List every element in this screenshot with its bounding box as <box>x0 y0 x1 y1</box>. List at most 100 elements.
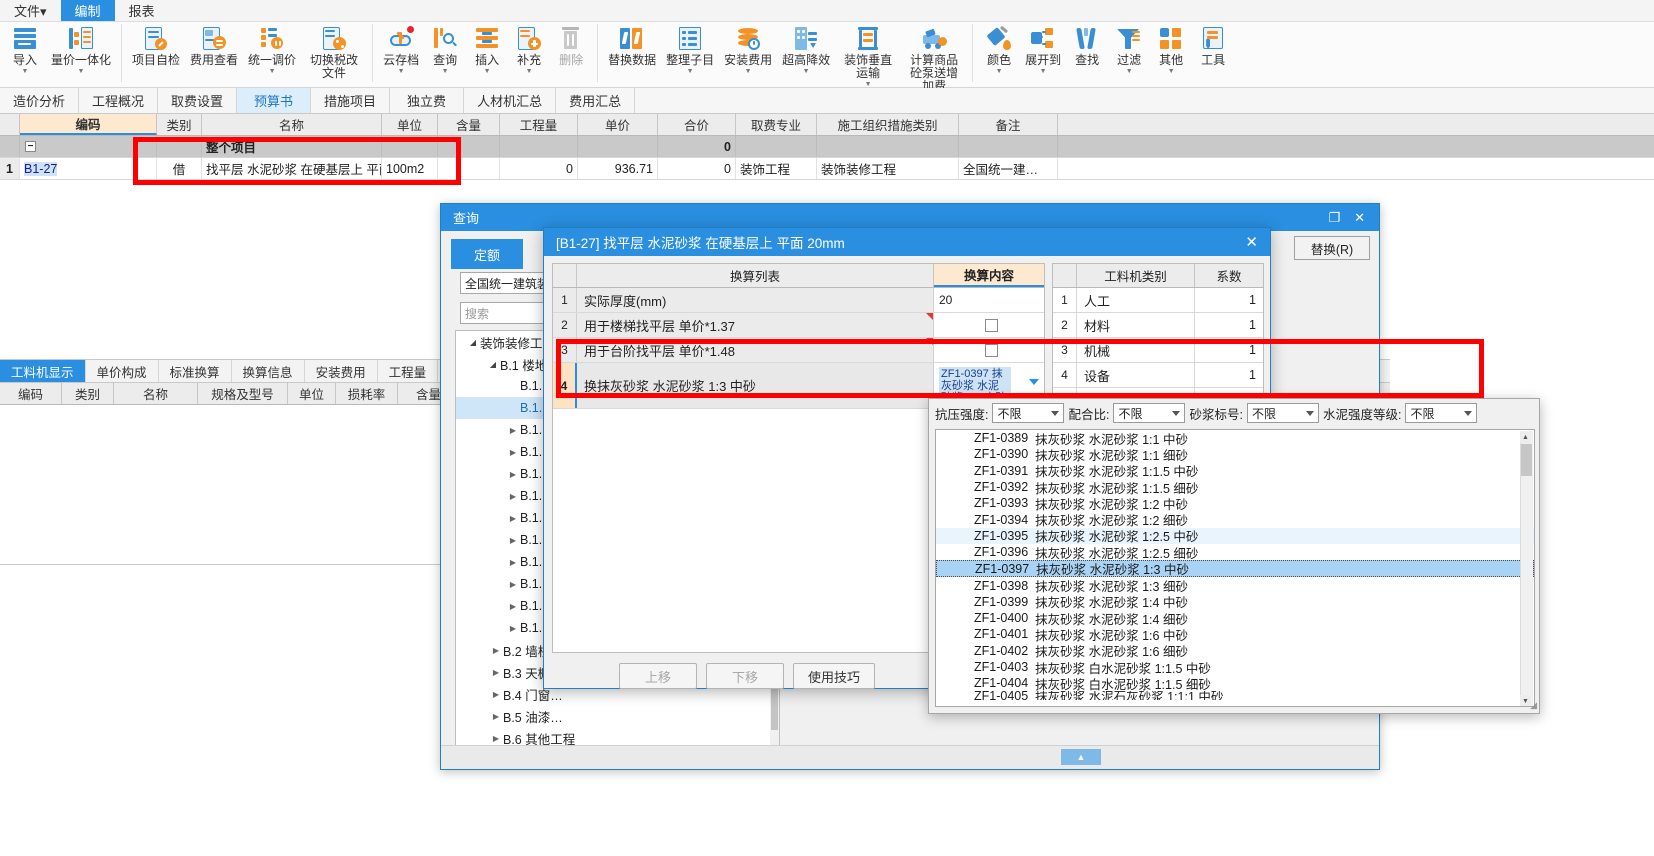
chevron-down-icon[interactable]: ▼ <box>996 68 1003 76</box>
triangle-closed-icon[interactable]: ▶ <box>506 470 520 479</box>
tab-resource-summary[interactable]: 人材机汇总 <box>464 88 557 113</box>
ribbon-button-organize-item[interactable]: 整理子目 ▼ <box>661 22 719 76</box>
bgrid-header-unit[interactable]: 单位 <box>288 383 336 404</box>
replace-button[interactable]: 替换(R) <box>1294 236 1370 260</box>
tree-node[interactable]: ▶ B.5 油漆… <box>456 705 779 727</box>
bgrid-header-spec[interactable]: 规格及型号 <box>198 383 288 404</box>
conv-header-content[interactable]: 换算内容 <box>934 264 1044 287</box>
chevron-down-icon[interactable]: ▼ <box>803 68 810 76</box>
chevron-down-icon[interactable] <box>1172 411 1181 416</box>
list-scrollbar-thumb[interactable] <box>1521 444 1532 476</box>
menu-item-file[interactable]: 文件▾ <box>0 0 61 21</box>
cell-category[interactable]: 借 <box>157 158 202 179</box>
ribbon-button-cost-view[interactable]: 费用查看 <box>185 22 243 67</box>
grid-header-quantity[interactable]: 工程量 <box>500 114 578 135</box>
mat-header-coefficient[interactable]: 系数 <box>1195 264 1263 287</box>
checkbox[interactable] <box>985 343 998 357</box>
list-item[interactable]: ZF1-0396 抹灰砂浆 水泥砂浆 1:2.5 细砂 <box>936 544 1534 561</box>
tab-fee-summary[interactable]: 费用汇总 <box>556 88 636 113</box>
triangle-closed-icon[interactable]: ▶ <box>489 668 503 677</box>
mortar-option-list[interactable]: ZF1-0389 抹灰砂浆 水泥砂浆 1:1 中砂 ZF1-0390 抹灰砂浆 … <box>935 429 1535 707</box>
ribbon-button-color[interactable]: 颜色 ▼ <box>978 22 1020 76</box>
list-item[interactable]: ZF1-0401 抹灰砂浆 水泥砂浆 1:6 中砂 <box>936 626 1534 643</box>
checkbox[interactable] <box>985 318 998 332</box>
chevron-down-icon[interactable]: ▼ <box>22 68 29 76</box>
triangle-closed-icon[interactable]: ▶ <box>506 448 520 457</box>
tab-measure-items[interactable]: 措施项目 <box>311 88 391 113</box>
ribbon-button-find[interactable]: 查找 <box>1066 22 1108 67</box>
list-item[interactable]: ZF1-0394 抹灰砂浆 水泥砂浆 1:2 细砂 <box>936 511 1534 529</box>
list-item[interactable]: ZF1-0391 抹灰砂浆 水泥砂浆 1:1.5 中砂 <box>936 463 1534 480</box>
chevron-down-icon[interactable] <box>1029 379 1039 385</box>
menu-item-compile[interactable]: 编制 <box>60 0 115 21</box>
grid-header-measure-type[interactable]: 施工组织措施类别 <box>817 114 959 135</box>
triangle-closed-icon[interactable]: ▶ <box>506 492 520 501</box>
mat-row-coef[interactable]: 1 <box>1195 363 1263 387</box>
grid-header-unit[interactable]: 单位 <box>382 114 438 135</box>
grid-header-category[interactable]: 类别 <box>157 114 202 135</box>
ribbon-button-concrete-pump[interactable]: 计算商品砼泵送增加费 <box>901 22 967 93</box>
conv-row-value[interactable] <box>934 338 1044 362</box>
triangle-closed-icon[interactable]: ▶ <box>506 558 520 567</box>
cell-fee-major[interactable]: 装饰工程 <box>736 158 817 179</box>
ribbon-button-other[interactable]: 其他 ▼ <box>1150 22 1192 76</box>
cell-name[interactable]: 找平层 水泥砂浆 在硬基层上 平面 20mm <box>202 158 382 179</box>
ribbon-button-query[interactable]: 查询 ▼ <box>424 22 466 76</box>
chevron-down-icon[interactable]: ▼ <box>745 68 752 76</box>
chevron-down-icon[interactable] <box>1051 411 1060 416</box>
chevron-down-icon[interactable]: ▼ <box>1040 68 1047 76</box>
ribbon-button-delete[interactable]: 删除 <box>550 22 592 67</box>
ribbon-button-tools[interactable]: 工具 <box>1192 22 1234 67</box>
cell-remark[interactable]: 全国统一建… <box>959 158 1058 179</box>
tab-cost-analysis[interactable]: 造价分析 <box>0 88 80 113</box>
filter-select-mix-ratio[interactable]: 不限 <box>1113 403 1186 423</box>
grid-header-name[interactable]: 名称 <box>202 114 382 135</box>
bgrid-header-code[interactable]: 编码 <box>0 383 62 404</box>
mat-header-category[interactable]: 工料机类别 <box>1077 264 1195 287</box>
list-item[interactable]: ZF1-0390 抹灰砂浆 水泥砂浆 1:1 细砂 <box>936 446 1534 463</box>
mat-row-coef[interactable]: 1 <box>1195 288 1263 312</box>
bgrid-header-name[interactable]: 名称 <box>114 383 198 404</box>
grid-header-amount[interactable]: 合价 <box>658 114 736 135</box>
scroll-up-icon[interactable]: ▲ <box>1520 431 1531 443</box>
ribbon-button-expand-to[interactable]: 展开到 ▼ <box>1020 22 1066 76</box>
table-row[interactable]: 4 设备 1 <box>1053 363 1263 388</box>
tab-standard-conversion[interactable]: 标准换算 <box>159 360 232 382</box>
table-row[interactable]: 3 机械 1 <box>1053 338 1263 363</box>
tab-conversion-info[interactable]: 换算信息 <box>232 360 305 382</box>
chevron-down-icon[interactable]: ▼ <box>687 68 694 76</box>
grid-total-row[interactable]: − 整个项目 0 <box>0 136 1654 158</box>
tab-quantity[interactable]: 工程量 <box>378 360 439 382</box>
conversion-row[interactable]: 2 用于楼梯找平层 单价*1.37 <box>553 313 1044 338</box>
table-row[interactable]: 1 人工 1 <box>1053 288 1263 313</box>
ribbon-button-insert[interactable]: 插入 ▼ <box>466 22 508 76</box>
list-item-hovered[interactable]: ZF1-0395 抹灰砂浆 水泥砂浆 1:2.5 中砂 <box>936 527 1534 544</box>
ribbon-button-filter[interactable]: 过滤 ▼ <box>1108 22 1150 76</box>
grid-header-unit-price[interactable]: 单价 <box>578 114 658 135</box>
ribbon-button-tax-switch[interactable]: 切换税改文件 <box>301 22 367 80</box>
mat-row-coef[interactable]: 1 <box>1195 313 1263 337</box>
conv-row-value[interactable] <box>934 313 1044 337</box>
cell-code[interactable]: B1-27 <box>20 158 157 179</box>
chevron-down-icon[interactable] <box>1305 411 1314 416</box>
cell-unit[interactable]: 100m2 <box>382 158 438 179</box>
list-item[interactable]: ZF1-0404 抹灰砂浆 白水泥砂浆 1:1.5 细砂 <box>936 675 1534 692</box>
chevron-down-icon[interactable]: ▼ <box>398 68 405 76</box>
triangle-closed-icon[interactable]: ▶ <box>506 602 520 611</box>
list-item[interactable]: ZF1-0389 抹灰砂浆 水泥砂浆 1:1 中砂 <box>936 430 1534 447</box>
filter-select-cement-strength[interactable]: 不限 <box>1405 403 1478 423</box>
grid-header-fee-major[interactable]: 取费专业 <box>736 114 817 135</box>
cell-measure-type[interactable]: 装饰装修工程 <box>817 158 959 179</box>
triangle-closed-icon[interactable]: ▶ <box>506 536 520 545</box>
tab-quota[interactable]: 定额 <box>451 239 524 269</box>
list-item[interactable]: ZF1-0398 抹灰砂浆 水泥砂浆 1:3 细砂 <box>936 577 1534 595</box>
bgrid-header-loss-rate[interactable]: 损耗率 <box>336 383 398 404</box>
ribbon-button-self-check[interactable]: 项目自检 <box>127 22 185 67</box>
triangle-closed-icon[interactable]: ▶ <box>506 426 520 435</box>
total-expander-cell[interactable]: − <box>20 136 157 157</box>
chevron-down-icon[interactable]: ▼ <box>526 68 533 76</box>
usage-tips-button[interactable]: 使用技巧 <box>793 663 875 689</box>
filter-select-mortar-grade[interactable]: 不限 <box>1246 403 1319 423</box>
tab-fee-settings[interactable]: 取费设置 <box>158 88 238 113</box>
list-item-selected[interactable]: ZF1-0397 抹灰砂浆 水泥砂浆 1:3 中砂 <box>936 560 1534 578</box>
